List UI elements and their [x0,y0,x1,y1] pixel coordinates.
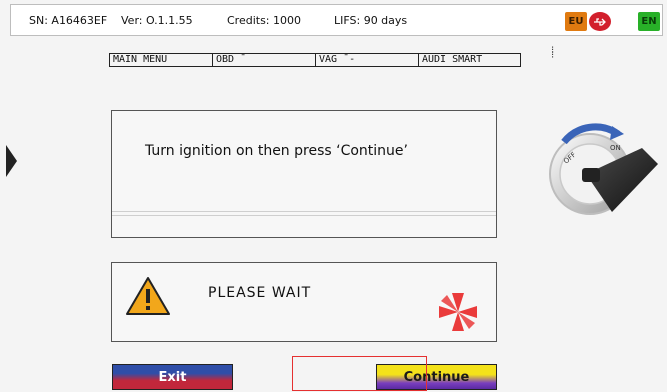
usb-icon[interactable] [589,12,611,31]
ignition-key-icon: OFF ON [549,123,658,215]
breadcrumb-item-audi-smart[interactable]: AUDI SMART [418,53,521,67]
wait-panel: PLEASE WAIT [111,262,497,342]
eu-flag-icon[interactable]: EU [565,12,587,31]
breadcrumb-item-main-menu[interactable]: MAIN MENU [109,53,212,67]
more-menu-icon[interactable]: ⁝ ⁝ [551,46,554,61]
breadcrumb-item-vag[interactable]: VAG ̄ - [315,53,418,67]
spinner-icon [439,293,477,331]
instruction-panel: Turn ignition on then press ‘Continue’ [111,110,497,238]
divider [112,215,496,216]
breadcrumb: MAIN MENU OBD ̄ VAG ̄ - AUDI SMART [109,53,521,67]
serial-number: SN: A16463EF [29,14,108,27]
breadcrumb-item-obd[interactable]: OBD ̄ [212,53,315,67]
credits-label: Credits: 1000 [227,14,302,27]
wait-label: PLEASE WAIT [208,285,312,301]
version-label: Ver: O.1.1.55 [121,14,193,27]
status-bar: SN: A16463EF Ver: O.1.1.55 Credits: 1000… [10,4,663,36]
warning-icon [126,277,170,315]
lifs-label: LIFS: 90 days [334,14,408,27]
instruction-text: Turn ignition on then press ‘Continue’ [145,143,408,159]
exit-button[interactable]: Exit [112,364,233,390]
svg-text:ON: ON [610,144,621,152]
en-language-icon[interactable]: EN [638,12,660,31]
divider [112,211,496,212]
highlight-frame [292,356,427,391]
previous-arrow-icon [6,145,17,177]
